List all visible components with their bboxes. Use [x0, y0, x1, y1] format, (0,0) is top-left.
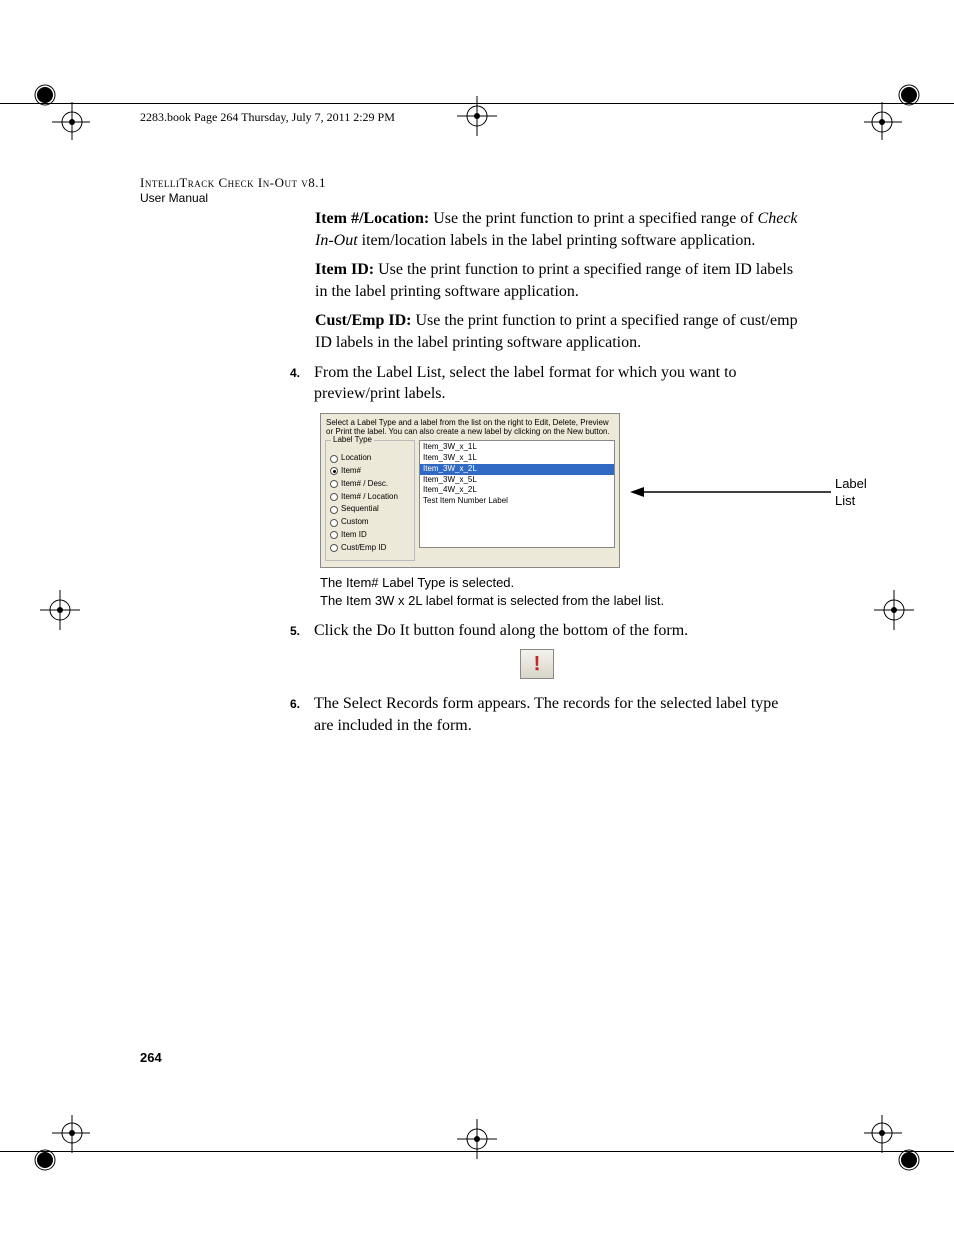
para-head: Cust/Emp ID: — [315, 312, 411, 329]
label-type-radio[interactable]: Item# / Location — [330, 492, 410, 503]
label-type-radio[interactable]: Item ID — [330, 530, 410, 541]
label-list-item[interactable]: Test Item Number Label — [420, 496, 614, 507]
do-it-button[interactable]: ! • — [520, 649, 554, 679]
callout-label: Label List — [835, 475, 886, 510]
registration-mark-icon — [447, 1109, 507, 1169]
registration-mark-icon — [30, 80, 90, 140]
radio-label: Custom — [341, 517, 369, 528]
label-type-panel-figure: Select a Label Type and a label from the… — [320, 413, 800, 568]
step-4: 4. From the Label List, select the label… — [140, 362, 800, 405]
figure-caption: The Item# Label Type is selected. The It… — [320, 574, 800, 610]
label-list-callout: Label List — [630, 475, 886, 510]
radio-label: Item ID — [341, 530, 367, 541]
label-type-panel: Select a Label Type and a label from the… — [320, 413, 620, 568]
radio-label: Item# — [341, 466, 361, 477]
radio-icon — [330, 531, 338, 539]
radio-icon — [330, 480, 338, 488]
label-list-item[interactable]: Item_3W_x_1L — [420, 453, 614, 464]
radio-icon — [330, 519, 338, 527]
step-6: 6. The Select Records form appears. The … — [140, 693, 800, 736]
label-type-radio[interactable]: Item# — [330, 466, 410, 477]
radio-label: Item# / Location — [341, 492, 398, 503]
groupbox-legend: Label Type — [331, 435, 374, 446]
label-type-radio[interactable]: Custom — [330, 517, 410, 528]
radio-label: Cust/Emp ID — [341, 543, 386, 554]
registration-mark-icon — [30, 580, 90, 640]
label-list-item[interactable]: Item_3W_x_5L — [420, 475, 614, 486]
radio-label: Location — [341, 453, 371, 464]
step-number: 5. — [290, 620, 314, 642]
paragraph-item-id: Item ID: Use the print function to print… — [140, 259, 800, 302]
radio-icon — [330, 493, 338, 501]
registration-mark-icon — [864, 580, 924, 640]
callout-arrow-icon — [630, 484, 831, 500]
para-head: Item #/Location: — [315, 210, 429, 227]
registration-mark-icon — [30, 1115, 90, 1175]
radio-label: Sequential — [341, 504, 379, 515]
label-type-radio[interactable]: Sequential — [330, 504, 410, 515]
label-list-listbox[interactable]: Item_3W_x_1LItem_3W_x_1LItem_3W_x_2LItem… — [419, 440, 615, 548]
doc-title: IntelliTrack Check In-Out v8.1 — [140, 175, 326, 191]
registration-mark-icon — [864, 1115, 924, 1175]
registration-mark-icon — [864, 80, 924, 140]
radio-icon — [330, 455, 338, 463]
radio-label: Item# / Desc. — [341, 479, 388, 490]
label-type-radio[interactable]: Cust/Emp ID — [330, 543, 410, 554]
step-5: 5. Click the Do It button found along th… — [140, 620, 800, 642]
radio-icon — [330, 467, 338, 475]
label-type-radio[interactable]: Item# / Desc. — [330, 479, 410, 490]
radio-icon — [330, 544, 338, 552]
doc-subtitle: User Manual — [140, 191, 326, 205]
page-number: 264 — [140, 1050, 162, 1065]
step-number: 4. — [290, 362, 314, 405]
label-type-radio[interactable]: Location — [330, 453, 410, 464]
label-list-item[interactable]: Item_3W_x_1L — [420, 442, 614, 453]
paragraph-cust-emp-id: Cust/Emp ID: Use the print function to p… — [140, 310, 800, 353]
step-number: 6. — [290, 693, 314, 736]
page-content: Item #/Location: Use the print function … — [140, 208, 800, 745]
para-head: Item ID: — [315, 261, 374, 278]
radio-icon — [330, 506, 338, 514]
exclamation-dot-icon: • — [536, 663, 538, 675]
running-header: IntelliTrack Check In-Out v8.1 User Manu… — [140, 175, 326, 205]
label-list-item[interactable]: Item_4W_x_2L — [420, 485, 614, 496]
label-list-item[interactable]: Item_3W_x_2L — [420, 464, 614, 475]
registration-mark-icon — [447, 86, 507, 146]
framemaker-header-note: 2283.book Page 264 Thursday, July 7, 201… — [140, 110, 395, 125]
paragraph-item-location: Item #/Location: Use the print function … — [140, 208, 800, 251]
label-type-groupbox: Label Type LocationItem#Item# / Desc.Ite… — [325, 440, 415, 560]
